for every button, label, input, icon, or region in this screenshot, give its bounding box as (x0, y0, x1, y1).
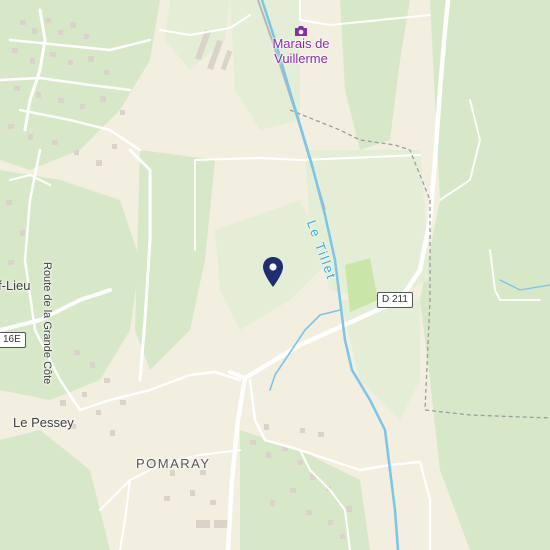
location-pin-icon[interactable] (262, 256, 284, 288)
map-view[interactable]: Marais de Vuillerme Le Tillet D 211 16E … (0, 0, 550, 550)
poi-label-line1: Marais de (272, 36, 330, 51)
road-shield-d211: D 211 (377, 292, 413, 308)
place-label-le-pessey: Le Pessey (13, 415, 74, 430)
place-label-partial-left: f-Lieu (0, 278, 31, 293)
poi-label-line2: Vuillerme (274, 51, 328, 66)
poi-label: Marais de Vuillerme (258, 36, 344, 66)
place-label-pomaray: POMARAY (136, 456, 211, 471)
road-shield-16e: 16E (0, 332, 26, 348)
road-label-route-de-la-grande-cote: Route de la Grande Côte (41, 262, 53, 385)
camera-icon (294, 24, 308, 36)
poi-marais-de-vuillerme[interactable]: Marais de Vuillerme (258, 24, 344, 66)
